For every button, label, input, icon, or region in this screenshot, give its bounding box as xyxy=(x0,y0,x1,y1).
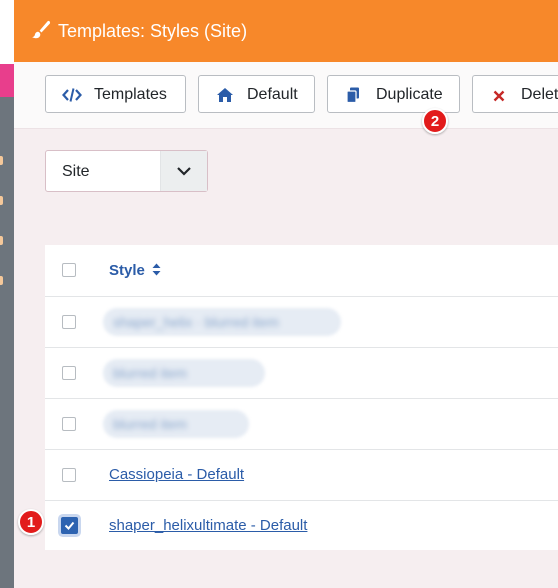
default-button[interactable]: Default xyxy=(198,75,315,113)
sidebar-menu-marker[interactable] xyxy=(0,276,3,285)
templates-button[interactable]: Templates xyxy=(45,75,186,113)
toolbar: Templates Default Duplicate Delet xyxy=(14,62,558,129)
sidebar-menu-marker[interactable] xyxy=(0,196,3,205)
templates-button-label: Templates xyxy=(94,86,167,103)
row-checkbox[interactable] xyxy=(62,315,76,329)
row-checkbox[interactable] xyxy=(62,417,76,431)
table-row: shaper_helixultimate - Default xyxy=(45,500,558,551)
blurred-style-link[interactable]: shaper_helix · blurred item xyxy=(103,308,341,336)
style-link-shaper-helixultimate[interactable]: shaper_helixultimate - Default xyxy=(109,517,307,534)
client-select[interactable]: Site xyxy=(45,150,208,192)
duplicate-button[interactable]: Duplicate xyxy=(327,75,460,113)
page-header: Templates: Styles (Site) xyxy=(14,0,558,62)
table-row: blurred item xyxy=(45,347,558,398)
style-column-header[interactable]: Style xyxy=(109,262,161,279)
sidebar-menu-marker[interactable] xyxy=(0,156,3,165)
check-icon xyxy=(64,521,75,530)
delete-button-label: Delet xyxy=(521,86,558,103)
row-checkbox-checked[interactable] xyxy=(61,517,78,534)
sort-icon xyxy=(152,263,161,276)
styles-table: Style shaper_helix · blurred item blurre… xyxy=(45,245,558,550)
page-title: Templates: Styles (Site) xyxy=(58,21,248,41)
row-checkbox[interactable] xyxy=(62,468,76,482)
sidebar-top xyxy=(0,0,14,64)
duplicate-button-label: Duplicate xyxy=(376,86,443,103)
copy-icon xyxy=(346,87,359,103)
blurred-style-link[interactable]: blurred item xyxy=(103,359,265,387)
paint-brush-icon xyxy=(32,20,51,39)
client-select-value: Site xyxy=(62,163,90,180)
table-row: shaper_helix · blurred item xyxy=(45,296,558,347)
table-row: blurred item xyxy=(45,398,558,449)
table-row: Cassiopeia - Default xyxy=(45,449,558,500)
sidebar-active-accent xyxy=(0,64,14,97)
step-badge-2: 2 xyxy=(422,108,448,134)
sidebar-menu-marker[interactable] xyxy=(0,236,3,245)
blurred-style-link[interactable]: blurred item xyxy=(103,410,249,438)
home-icon xyxy=(217,88,233,102)
step-badge-1: 1 xyxy=(18,509,44,535)
times-icon xyxy=(493,90,505,102)
check-all-checkbox[interactable] xyxy=(62,263,76,277)
default-button-label: Default xyxy=(247,86,298,103)
row-checkbox[interactable] xyxy=(62,366,76,380)
select-toggle[interactable] xyxy=(160,151,207,191)
blurred-style-text: blurred item xyxy=(113,416,187,432)
blurred-style-text: blurred item xyxy=(113,365,187,381)
blurred-style-text: shaper_helix · blurred item xyxy=(113,314,279,330)
delete-button[interactable]: Delet xyxy=(472,75,558,113)
admin-sidebar xyxy=(0,0,14,588)
table-header-row: Style xyxy=(45,245,558,296)
style-link-cassiopeia[interactable]: Cassiopeia - Default xyxy=(109,466,244,483)
chevron-down-icon xyxy=(177,167,191,176)
style-column-label: Style xyxy=(109,262,145,279)
code-icon xyxy=(62,88,82,102)
